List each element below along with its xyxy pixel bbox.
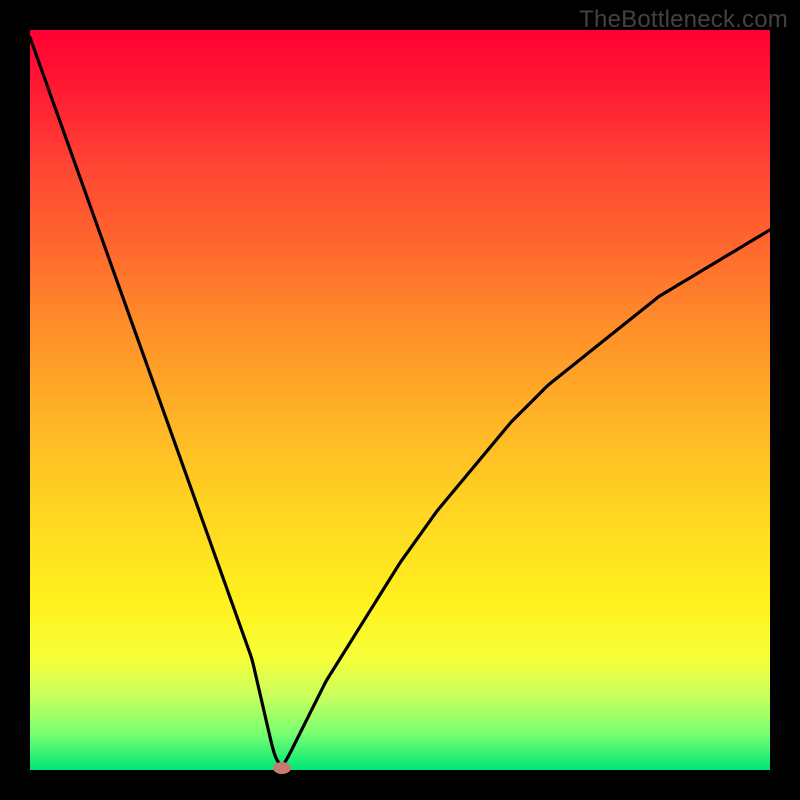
- chart-frame: TheBottleneck.com: [0, 0, 800, 800]
- plot-gradient-background: [30, 30, 770, 770]
- minimum-marker: [273, 762, 291, 774]
- watermark-label: TheBottleneck.com: [579, 6, 788, 34]
